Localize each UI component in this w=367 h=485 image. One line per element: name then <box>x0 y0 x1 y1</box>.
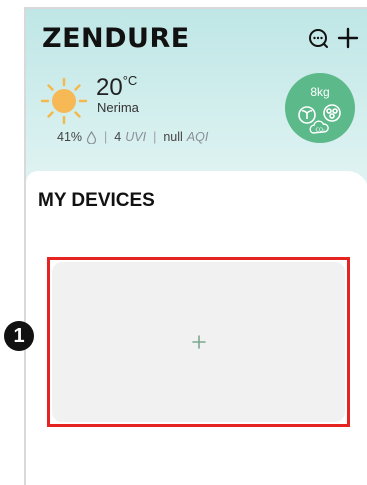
uvi-value: 4 <box>114 130 122 144</box>
water-drop-icon <box>86 130 97 144</box>
uvi-label: UVI <box>125 130 147 144</box>
aqi-value: null <box>163 130 183 144</box>
sun-icon <box>40 77 88 125</box>
plus-icon[interactable] <box>192 335 206 349</box>
humidity-value: 41% <box>57 130 83 144</box>
eco-icons: CO₂ <box>298 104 341 134</box>
header-actions <box>307 27 359 49</box>
eco-badge[interactable]: 8kg CO₂ <box>285 73 355 143</box>
svg-text:CO₂: CO₂ <box>316 128 325 134</box>
weather-stats: 41% | 4 UVI | null AQI <box>57 130 208 144</box>
add-icon[interactable] <box>337 27 359 49</box>
aqi-label: AQI <box>186 130 209 144</box>
my-devices-title: MY DEVICES <box>38 190 155 211</box>
temperature-unit: °C <box>122 73 138 88</box>
recycle-icon <box>323 104 341 122</box>
sprout-icon <box>298 106 316 124</box>
annotation-number-badge: 1 <box>4 321 34 351</box>
temperature: 20°C <box>96 73 137 102</box>
co2-cloud-icon: CO₂ <box>309 120 329 134</box>
temperature-value: 20 <box>96 74 123 101</box>
zendure-logo: ZENDURE <box>42 23 190 54</box>
app-frame: ZENDURE 20°C Nerima 41% | 4 UVI | null A… <box>24 7 367 485</box>
add-device-card[interactable] <box>52 262 345 422</box>
chat-search-icon[interactable] <box>307 27 329 49</box>
city-name: Nerima <box>97 100 139 115</box>
separator: | <box>104 130 108 144</box>
separator: | <box>153 130 157 144</box>
